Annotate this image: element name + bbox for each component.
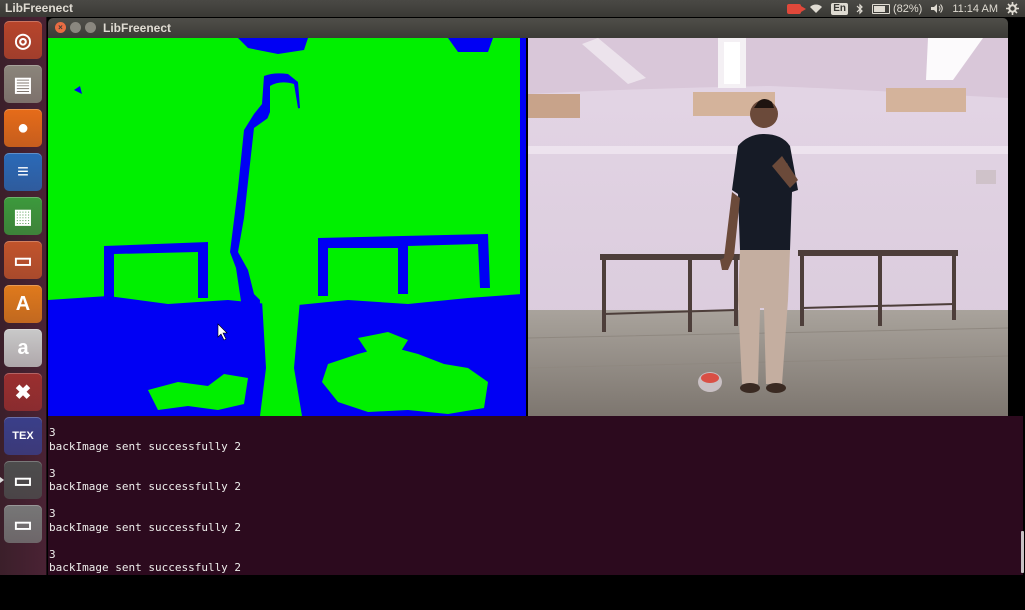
launcher-item-settings[interactable]: ✖ — [4, 373, 42, 411]
running-indicator — [0, 477, 4, 483]
terminal-line: backImage sent successfully 2 — [49, 439, 242, 453]
launcher-item-firefox[interactable]: ● — [4, 109, 42, 147]
launcher-item-software-center[interactable]: A — [4, 285, 42, 323]
window-titlebar[interactable]: × LibFreenect — [48, 18, 1008, 38]
rgb-camera-view — [528, 38, 1008, 416]
terminal-line: backImage sent successfully 2 — [49, 480, 242, 493]
depth-image-view — [48, 38, 526, 416]
calc-icon: ▦ — [13, 205, 33, 228]
files-icon: ▤ — [13, 73, 33, 96]
launcher-item-writer[interactable]: ≡ — [4, 153, 42, 191]
record-icon[interactable] — [787, 3, 807, 14]
launcher-item-terminal[interactable]: ▭ — [0, 461, 42, 499]
keyboard-layout-indicator[interactable]: En — [831, 2, 848, 15]
battery-indicator[interactable]: (82%) — [871, 2, 923, 15]
active-app-name: LibFreenect — [5, 1, 74, 15]
top-panel: LibFreenect En (82%) 11:14 AM — [0, 0, 1025, 17]
software-center-icon: A — [15, 292, 31, 315]
firefox-icon: ● — [16, 116, 30, 139]
terminal-output[interactable]: 3 backImage sent successfully 2 3 backImage… — [48, 416, 1024, 575]
settings-icon: ✖ — [14, 381, 32, 404]
terminal-line: 3 — [49, 507, 56, 520]
volume-icon[interactable] — [930, 3, 944, 14]
terminal-icon: ▭ — [13, 469, 33, 492]
terminal-line: backImage sent successfully 2 — [49, 561, 242, 574]
launcher-item-dash[interactable]: ◎ — [4, 21, 42, 59]
terminal-scrollbar[interactable] — [1021, 531, 1024, 573]
camera-feed — [528, 38, 1008, 416]
clock[interactable]: 11:14 AM — [952, 3, 998, 15]
terminal-line: 3 — [49, 426, 56, 439]
indicator-area: En (82%) 11:14 AM — [787, 0, 1019, 17]
libfreenect-window: × LibFreenect 3 backImage sent successfu… — [48, 18, 1024, 575]
gear-icon[interactable] — [1006, 2, 1019, 15]
battery-percentage: (82%) — [892, 2, 923, 15]
window-title: LibFreenect — [103, 21, 172, 35]
dash-icon: ◎ — [14, 29, 32, 52]
launcher-item-impress[interactable]: ▭ — [4, 241, 42, 279]
terminal-line: 3 — [49, 547, 56, 561]
impress-icon: ▭ — [13, 249, 33, 272]
launcher-item-workspaces[interactable]: ▭ — [4, 505, 42, 543]
launcher-item-texmaker[interactable]: TEX — [4, 417, 42, 455]
battery-icon — [871, 3, 890, 14]
minimize-button[interactable] — [70, 22, 81, 33]
writer-icon: ≡ — [17, 160, 29, 183]
texmaker-icon: TEX — [12, 430, 34, 442]
launcher-item-calc[interactable]: ▦ — [4, 197, 42, 235]
bluetooth-icon[interactable] — [856, 3, 864, 15]
launcher-item-files[interactable]: ▤ — [4, 65, 42, 103]
terminal-line: 3 — [49, 466, 56, 480]
close-button[interactable]: × — [55, 22, 66, 33]
amazon-icon: a — [17, 336, 29, 359]
launcher: ◎ ▤ ● ≡ ▦ ▭ Aa ✖ TEX ▭ ▭ — [0, 17, 47, 575]
workspaces-icon: ▭ — [13, 513, 33, 536]
terminal-line: backImage sent successfully 2 — [49, 520, 242, 534]
launcher-item-amazon[interactable]: a — [4, 329, 42, 367]
wifi-icon[interactable] — [809, 3, 823, 14]
depth-map — [48, 38, 526, 416]
maximize-button[interactable] — [85, 22, 96, 33]
